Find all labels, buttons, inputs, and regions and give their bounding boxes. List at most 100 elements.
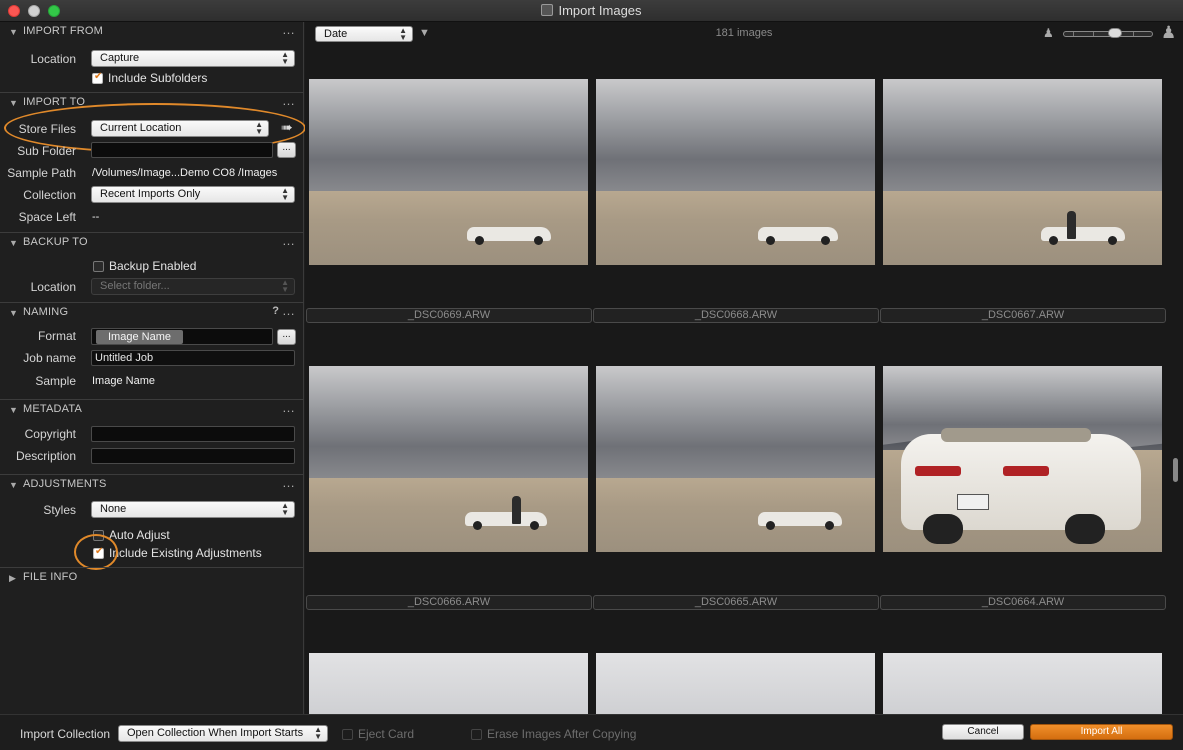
car-tire [923,514,963,544]
import-all-button[interactable]: Import All [1030,724,1173,740]
thumbnail-3[interactable] [883,79,1162,265]
section-import-from[interactable]: ▼ IMPORT FROM … [0,22,304,42]
description-label: Description [15,449,76,463]
backup-location-select[interactable]: Select folder... ▲ ▼ [91,278,295,295]
title-bar: Import Images [0,0,1183,22]
sub-folder-label: Sub Folder [17,144,76,158]
photo-sky [309,366,588,482]
section-naming[interactable]: ▼ NAMING ? … [0,303,304,323]
styles-select[interactable]: None ▲ ▼ [91,501,295,518]
thumbnail-2[interactable] [596,79,875,265]
include-existing-adjustments-checkbox[interactable] [93,546,104,559]
thumbnail-1[interactable] [309,79,588,265]
thumbnail-4[interactable] [309,366,588,552]
filename-label[interactable]: _DSC0664.ARW [880,595,1166,610]
copyright-input[interactable] [91,426,295,442]
section-metadata[interactable]: ▼ METADATA … [0,400,304,420]
thumbnail-5[interactable] [596,366,875,552]
section-menu-icon[interactable]: … [282,22,296,37]
styles-label: Styles [43,503,76,517]
section-title: BACKUP TO [23,236,88,248]
import-collection-label: Import Collection [20,727,111,741]
job-name-input[interactable]: Untitled Job [91,350,295,366]
disclosure-open-icon[interactable]: ▼ [9,98,18,108]
filename-label[interactable]: _DSC0669.ARW [306,308,592,323]
filename-label[interactable]: _DSC0668.ARW [593,308,879,323]
sample-label: Sample [35,374,76,388]
include-subfolders-label: Include Subfolders [108,71,208,85]
section-adjustments[interactable]: ▼ ADJUSTMENTS … [0,475,304,495]
thumbnail-8[interactable] [596,653,875,714]
section-menu-icon[interactable]: … [282,93,296,108]
copyright-label: Copyright [24,427,76,441]
photo-car [467,227,551,245]
section-menu-icon[interactable]: … [282,475,296,490]
filename-label[interactable]: _DSC0667.ARW [880,308,1166,323]
photo-car [758,227,838,245]
import-from-location-select[interactable]: Capture ▲ ▼ [91,50,295,67]
updown-arrows-icon: ▲ ▼ [281,186,289,202]
backup-enabled-checkbox[interactable] [93,261,104,272]
section-import-to[interactable]: ▼ IMPORT TO … [0,93,304,113]
disclosure-open-icon[interactable]: ▼ [9,238,18,248]
thumbnail-6[interactable] [883,366,1162,552]
sub-folder-options-button[interactable]: ... [277,142,296,158]
eject-card-label: Eject Card [358,727,415,741]
format-options-button[interactable]: ... [277,329,296,345]
description-input[interactable] [91,448,295,464]
window-title-wrap: Import Images [0,3,1183,18]
disclosure-open-icon[interactable]: ▼ [9,480,18,490]
vertical-scrollbar[interactable] [1173,458,1178,482]
disclosure-closed-icon[interactable]: ▶ [9,573,16,584]
photo-car [758,512,842,530]
import-collection-select[interactable]: Open Collection When Import Starts ▲ ▼ [118,725,328,742]
erase-images-checkbox[interactable] [471,729,482,740]
large-person-icon[interactable]: ♟ [1161,23,1176,43]
collection-select[interactable]: Recent Imports Only ▲ ▼ [91,186,295,203]
photo-car [465,512,547,530]
disclosure-open-icon[interactable]: ▼ [9,27,18,37]
select-placeholder: Select folder... [100,280,170,292]
slider-tick [1093,32,1094,36]
sub-folder-field[interactable] [91,142,273,158]
format-token-image-name[interactable]: Image Name [96,330,183,344]
thumbnail-9[interactable] [883,653,1162,714]
photo-sky [596,79,875,195]
help-icon[interactable]: ? [272,305,279,317]
section-menu-icon[interactable]: … [282,400,296,415]
section-file-info[interactable]: ▶ FILE INFO [0,568,304,588]
photo-sky [596,653,875,714]
select-value: Open Collection When Import Starts [127,727,304,739]
thumbnail-7[interactable] [309,653,588,714]
thumbnail-size-slider-knob[interactable] [1108,28,1122,38]
collection-label: Collection [23,188,76,202]
section-title: NAMING [23,306,69,318]
select-value: Capture [100,52,140,64]
section-backup-to[interactable]: ▼ BACKUP TO … [0,233,304,253]
car-tire [1065,514,1105,544]
eject-card-checkbox[interactable] [342,729,353,740]
store-files-label: Store Files [18,122,76,136]
reveal-arrow-icon[interactable]: ➠ [281,119,293,136]
filename-label[interactable]: _DSC0665.ARW [593,595,879,610]
updown-arrows-icon: ▲ ▼ [281,501,289,517]
section-menu-icon[interactable]: … [282,233,296,248]
photo-sky [309,653,588,714]
filename-label[interactable]: _DSC0666.ARW [306,595,592,610]
include-existing-adjustments-label: Include Existing Adjustments [109,546,262,560]
auto-adjust-checkbox[interactable] [93,530,104,541]
import-from-location-label: Location [30,52,76,66]
car-license-plate [957,494,989,510]
disclosure-open-icon[interactable]: ▼ [9,405,18,415]
select-value: Recent Imports Only [100,188,201,200]
section-menu-icon[interactable]: … [282,303,296,318]
updown-arrows-icon: ▲ ▼ [281,278,289,294]
store-files-select[interactable]: Current Location ▲ ▼ [91,120,269,137]
space-left-value: -- [92,211,100,223]
sample-path-value: /Volumes/Image...Demo CO8 /Images [92,167,278,179]
cancel-button[interactable]: Cancel [942,724,1024,740]
include-subfolders-checkbox[interactable] [92,71,103,84]
small-person-icon[interactable]: ♟ [1043,26,1054,40]
section-title: METADATA [23,403,83,415]
disclosure-open-icon[interactable]: ▼ [9,308,18,318]
